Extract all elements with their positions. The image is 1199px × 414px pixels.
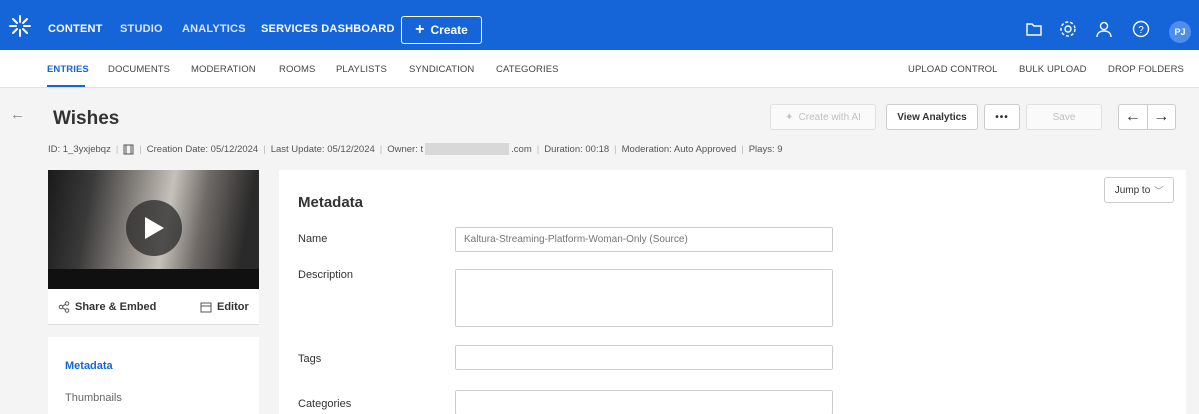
tags-input[interactable] xyxy=(455,345,833,370)
content-sub-navigation: ENTRIES DOCUMENTS MODERATION ROOMS PLAYL… xyxy=(0,50,1199,88)
next-entry-arrow-icon[interactable]: → xyxy=(1146,105,1176,129)
sparkle-icon: ✦ xyxy=(785,111,794,123)
help-icon[interactable]: ? xyxy=(1131,19,1151,39)
creation-date: Creation Date: 05/12/2024 xyxy=(146,143,259,155)
metadata-panel: Metadata Jump to ﹀ Name Description Tags… xyxy=(279,170,1186,414)
chevron-down-icon: ﹀ xyxy=(1154,185,1164,196)
subnav-documents[interactable]: DOCUMENTS xyxy=(108,64,170,75)
entry-id: ID: 1_3yxjebqz xyxy=(48,143,111,155)
share-icon xyxy=(58,301,70,313)
owner-prefix: Owner: t xyxy=(387,143,424,155)
nav-services-dashboard[interactable]: SERVICES DASHBOARD xyxy=(261,23,395,35)
nav-content[interactable]: CONTENT xyxy=(48,23,103,35)
nav-analytics[interactable]: ANALYTICS xyxy=(182,23,246,35)
subnav-upload-control[interactable]: UPLOAD CONTROL xyxy=(908,64,998,75)
editor-icon xyxy=(200,302,212,313)
entry-navigation: ← → xyxy=(1118,104,1176,130)
redacted-owner xyxy=(425,143,510,155)
entry-info-row: ID: 1_3yxjebqz | | Creation Date: 05/12/… xyxy=(48,143,783,155)
entry-side-menu: Metadata Thumbnails xyxy=(48,337,259,414)
video-thumbnail[interactable] xyxy=(48,170,259,289)
share-embed-label: Share & Embed xyxy=(75,301,157,313)
video-type-icon xyxy=(123,144,134,154)
kaltura-logo-icon[interactable] xyxy=(8,14,32,38)
create-button[interactable]: + Create xyxy=(401,16,482,44)
sidemenu-metadata[interactable]: Metadata xyxy=(65,360,113,372)
metadata-section-title: Metadata xyxy=(298,194,364,211)
video-dark-band xyxy=(48,269,259,289)
subnav-categories[interactable]: CATEGORIES xyxy=(496,64,559,75)
last-update: Last Update: 05/12/2024 xyxy=(270,143,375,155)
play-icon[interactable] xyxy=(126,200,182,256)
subnav-drop-folders[interactable]: DROP FOLDERS xyxy=(1108,64,1184,75)
settings-icon[interactable] xyxy=(1058,19,1078,39)
user-icon[interactable] xyxy=(1094,19,1114,39)
subnav-syndication[interactable]: SYNDICATION xyxy=(409,64,474,75)
share-embed-button[interactable]: Share & Embed xyxy=(58,301,156,313)
moderation-status: Moderation: Auto Approved xyxy=(621,143,737,155)
more-options-button[interactable]: ••• xyxy=(984,104,1020,130)
subnav-bulk-upload[interactable]: BULK UPLOAD xyxy=(1019,64,1087,75)
owner-suffix: .com xyxy=(511,143,532,155)
sidemenu-thumbnails[interactable]: Thumbnails xyxy=(65,392,122,404)
plays-count: Plays: 9 xyxy=(748,143,783,155)
plus-icon: + xyxy=(415,21,425,38)
nav-studio[interactable]: STUDIO xyxy=(120,23,163,35)
name-label: Name xyxy=(298,233,328,245)
page-title: Wishes xyxy=(53,108,120,129)
description-textarea[interactable] xyxy=(455,269,833,327)
subnav-entries[interactable]: ENTRIES xyxy=(47,64,89,75)
media-actions: Share & Embed Editor xyxy=(48,289,259,325)
create-button-label: Create xyxy=(430,23,468,37)
name-input[interactable] xyxy=(455,227,833,252)
previous-entry-arrow-icon[interactable]: ← xyxy=(1119,105,1147,129)
subnav-rooms[interactable]: ROOMS xyxy=(279,64,315,75)
tags-label: Tags xyxy=(298,353,322,365)
jump-to-label: Jump to xyxy=(1114,184,1151,196)
view-analytics-button[interactable]: View Analytics xyxy=(886,104,978,130)
user-avatar[interactable]: PJ xyxy=(1169,21,1191,43)
description-label: Description xyxy=(298,269,354,281)
categories-input[interactable] xyxy=(455,390,833,414)
create-with-ai-label: Create with AI xyxy=(798,111,861,123)
back-arrow-icon[interactable]: ← xyxy=(10,106,25,123)
active-tab-indicator xyxy=(47,85,85,87)
jump-to-dropdown[interactable]: Jump to ﹀ xyxy=(1104,177,1174,203)
editor-label: Editor xyxy=(217,301,249,313)
top-navigation-bar: CONTENT STUDIO ANALYTICS SERVICES DASHBO… xyxy=(0,0,1199,50)
subnav-moderation[interactable]: MODERATION xyxy=(191,64,256,75)
save-button[interactable]: Save xyxy=(1026,104,1102,130)
svg-text:?: ? xyxy=(1138,25,1144,36)
duration: Duration: 00:18 xyxy=(544,143,610,155)
folder-icon[interactable] xyxy=(1024,19,1044,39)
categories-label: Categories xyxy=(298,398,352,410)
create-with-ai-button[interactable]: ✦ Create with AI xyxy=(770,104,876,130)
editor-button[interactable]: Editor xyxy=(200,301,249,313)
subnav-playlists[interactable]: PLAYLISTS xyxy=(336,64,387,75)
